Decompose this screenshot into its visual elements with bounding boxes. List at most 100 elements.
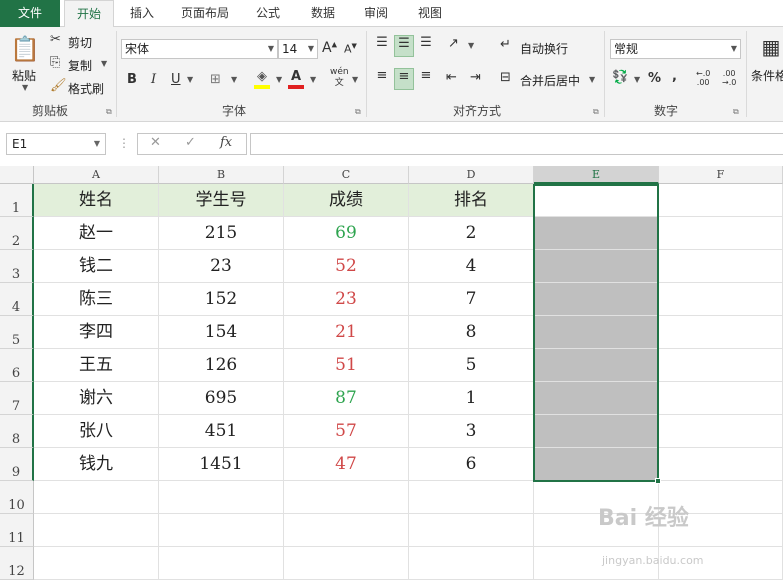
cell-a1[interactable]: 姓名 bbox=[34, 184, 159, 217]
cell-c12[interactable] bbox=[284, 547, 409, 580]
borders-icon[interactable]: ⊞ bbox=[210, 72, 221, 87]
cell-b7[interactable]: 695 bbox=[159, 382, 284, 415]
cell-c9[interactable]: 47 bbox=[284, 448, 409, 481]
cell-c3[interactable]: 52 bbox=[284, 250, 409, 283]
cell-d4[interactable]: 7 bbox=[409, 283, 534, 316]
conditional-formatting-button[interactable]: 条件格 bbox=[751, 67, 783, 84]
format-painter-icon[interactable]: 🖌 bbox=[50, 78, 67, 93]
cut-icon[interactable]: ✂ bbox=[50, 32, 61, 47]
cell-b3[interactable]: 23 bbox=[159, 250, 284, 283]
cell-b8[interactable]: 451 bbox=[159, 415, 284, 448]
row-header-7[interactable]: 7 bbox=[0, 382, 34, 415]
orientation-dropdown-icon[interactable]: ▼ bbox=[468, 41, 474, 50]
tab-data[interactable]: 数据 bbox=[305, 0, 341, 27]
accounting-format-icon[interactable]: 💱 bbox=[612, 70, 628, 85]
cell-c8[interactable]: 57 bbox=[284, 415, 409, 448]
copy-icon[interactable]: ⎘ bbox=[50, 55, 60, 70]
number-format-select[interactable]: 常规 ▼ bbox=[610, 39, 741, 59]
tab-page-layout[interactable]: 页面布局 bbox=[175, 0, 235, 27]
tab-formulas[interactable]: 公式 bbox=[250, 0, 286, 27]
cell-c6[interactable]: 51 bbox=[284, 349, 409, 382]
font-launcher-icon[interactable]: ⧉ bbox=[355, 107, 361, 117]
paste-dropdown-icon[interactable]: ▼ bbox=[22, 83, 28, 92]
borders-dropdown-icon[interactable]: ▼ bbox=[231, 75, 237, 84]
shrink-font-icon[interactable]: A▼ bbox=[344, 42, 357, 56]
format-painter-button[interactable]: 格式刷 bbox=[68, 80, 104, 97]
cell-d2[interactable]: 2 bbox=[409, 217, 534, 250]
bold-button[interactable]: B bbox=[127, 72, 137, 87]
row-header-2[interactable]: 2 bbox=[0, 217, 34, 250]
accounting-dropdown-icon[interactable]: ▼ bbox=[634, 75, 640, 84]
paste-button[interactable]: 粘贴 bbox=[12, 67, 36, 84]
font-color-dropdown-icon[interactable]: ▼ bbox=[310, 75, 316, 84]
cell-b2[interactable]: 215 bbox=[159, 217, 284, 250]
italic-button[interactable]: I bbox=[151, 72, 156, 87]
align-left-icon[interactable]: ≡ bbox=[372, 68, 392, 90]
underline-dropdown-icon[interactable]: ▼ bbox=[187, 75, 193, 84]
increase-decimal-icon[interactable]: ←.0.00 bbox=[696, 69, 710, 87]
cell-b9[interactable]: 1451 bbox=[159, 448, 284, 481]
cell-a11[interactable] bbox=[34, 514, 159, 547]
cell-b4[interactable]: 152 bbox=[159, 283, 284, 316]
name-box[interactable]: E1 ▼ bbox=[6, 133, 106, 155]
align-top-icon[interactable]: ☰ bbox=[372, 35, 392, 57]
cell-d5[interactable]: 8 bbox=[409, 316, 534, 349]
align-center-icon[interactable]: ≡ bbox=[394, 68, 414, 90]
conditional-formatting-icon[interactable]: ▦ bbox=[760, 35, 782, 63]
cell-a12[interactable] bbox=[34, 547, 159, 580]
row-header-4[interactable]: 4 bbox=[0, 283, 34, 316]
cell-f9[interactable] bbox=[659, 448, 783, 481]
grow-font-icon[interactable]: A▲ bbox=[322, 40, 337, 56]
cell-c5[interactable]: 21 bbox=[284, 316, 409, 349]
cell-f2[interactable] bbox=[659, 217, 783, 250]
row-header-10[interactable]: 10 bbox=[0, 481, 34, 514]
decrease-decimal-icon[interactable]: .00 →.0 bbox=[722, 69, 736, 87]
column-header-c[interactable]: C bbox=[284, 166, 409, 184]
tab-file[interactable]: 文件 bbox=[0, 0, 60, 27]
enter-icon[interactable]: ✓ bbox=[185, 135, 196, 150]
row-header-12[interactable]: 12 bbox=[0, 547, 34, 580]
cell-d1[interactable]: 排名 bbox=[409, 184, 534, 217]
cell-c2[interactable]: 69 bbox=[284, 217, 409, 250]
cell-f7[interactable] bbox=[659, 382, 783, 415]
font-color-icon[interactable]: A bbox=[288, 69, 304, 89]
column-header-e[interactable]: E bbox=[534, 166, 659, 184]
cell-a3[interactable]: 钱二 bbox=[34, 250, 159, 283]
insert-function-icon[interactable]: fx bbox=[220, 135, 232, 150]
cell-f5[interactable] bbox=[659, 316, 783, 349]
align-right-icon[interactable]: ≡ bbox=[416, 68, 436, 90]
cell-d7[interactable]: 1 bbox=[409, 382, 534, 415]
clipboard-launcher-icon[interactable]: ⧉ bbox=[106, 107, 112, 117]
row-header-6[interactable]: 6 bbox=[0, 349, 34, 382]
cell-d12[interactable] bbox=[409, 547, 534, 580]
row-header-11[interactable]: 11 bbox=[0, 514, 34, 547]
cell-d8[interactable]: 3 bbox=[409, 415, 534, 448]
cell-f4[interactable] bbox=[659, 283, 783, 316]
increase-indent-icon[interactable]: ⇥ bbox=[470, 70, 481, 85]
number-launcher-icon[interactable]: ⧉ bbox=[733, 107, 739, 117]
cell-c10[interactable] bbox=[284, 481, 409, 514]
alignment-launcher-icon[interactable]: ⧉ bbox=[593, 107, 599, 117]
cell-f3[interactable] bbox=[659, 250, 783, 283]
fill-handle[interactable] bbox=[655, 478, 661, 484]
cell-b6[interactable]: 126 bbox=[159, 349, 284, 382]
formula-bar-grip-icon[interactable]: ⋮ bbox=[118, 136, 130, 150]
cell-d9[interactable]: 6 bbox=[409, 448, 534, 481]
tab-insert[interactable]: 插入 bbox=[124, 0, 160, 27]
select-all-corner[interactable] bbox=[0, 166, 34, 184]
cell-d6[interactable]: 5 bbox=[409, 349, 534, 382]
cell-c11[interactable] bbox=[284, 514, 409, 547]
merge-dropdown-icon[interactable]: ▼ bbox=[589, 75, 595, 84]
cell-d11[interactable] bbox=[409, 514, 534, 547]
tab-home[interactable]: 开始 bbox=[64, 0, 114, 28]
tab-view[interactable]: 视图 bbox=[412, 0, 448, 27]
fill-color-dropdown-icon[interactable]: ▼ bbox=[276, 75, 282, 84]
percent-style-button[interactable]: % bbox=[648, 71, 661, 86]
row-header-5[interactable]: 5 bbox=[0, 316, 34, 349]
cell-a7[interactable]: 谢六 bbox=[34, 382, 159, 415]
row-header-8[interactable]: 8 bbox=[0, 415, 34, 448]
formula-input[interactable] bbox=[250, 133, 783, 155]
merge-center-button[interactable]: 合并后居中 bbox=[520, 72, 580, 89]
wrap-text-icon[interactable]: ↵ bbox=[500, 37, 511, 52]
cell-c7[interactable]: 87 bbox=[284, 382, 409, 415]
